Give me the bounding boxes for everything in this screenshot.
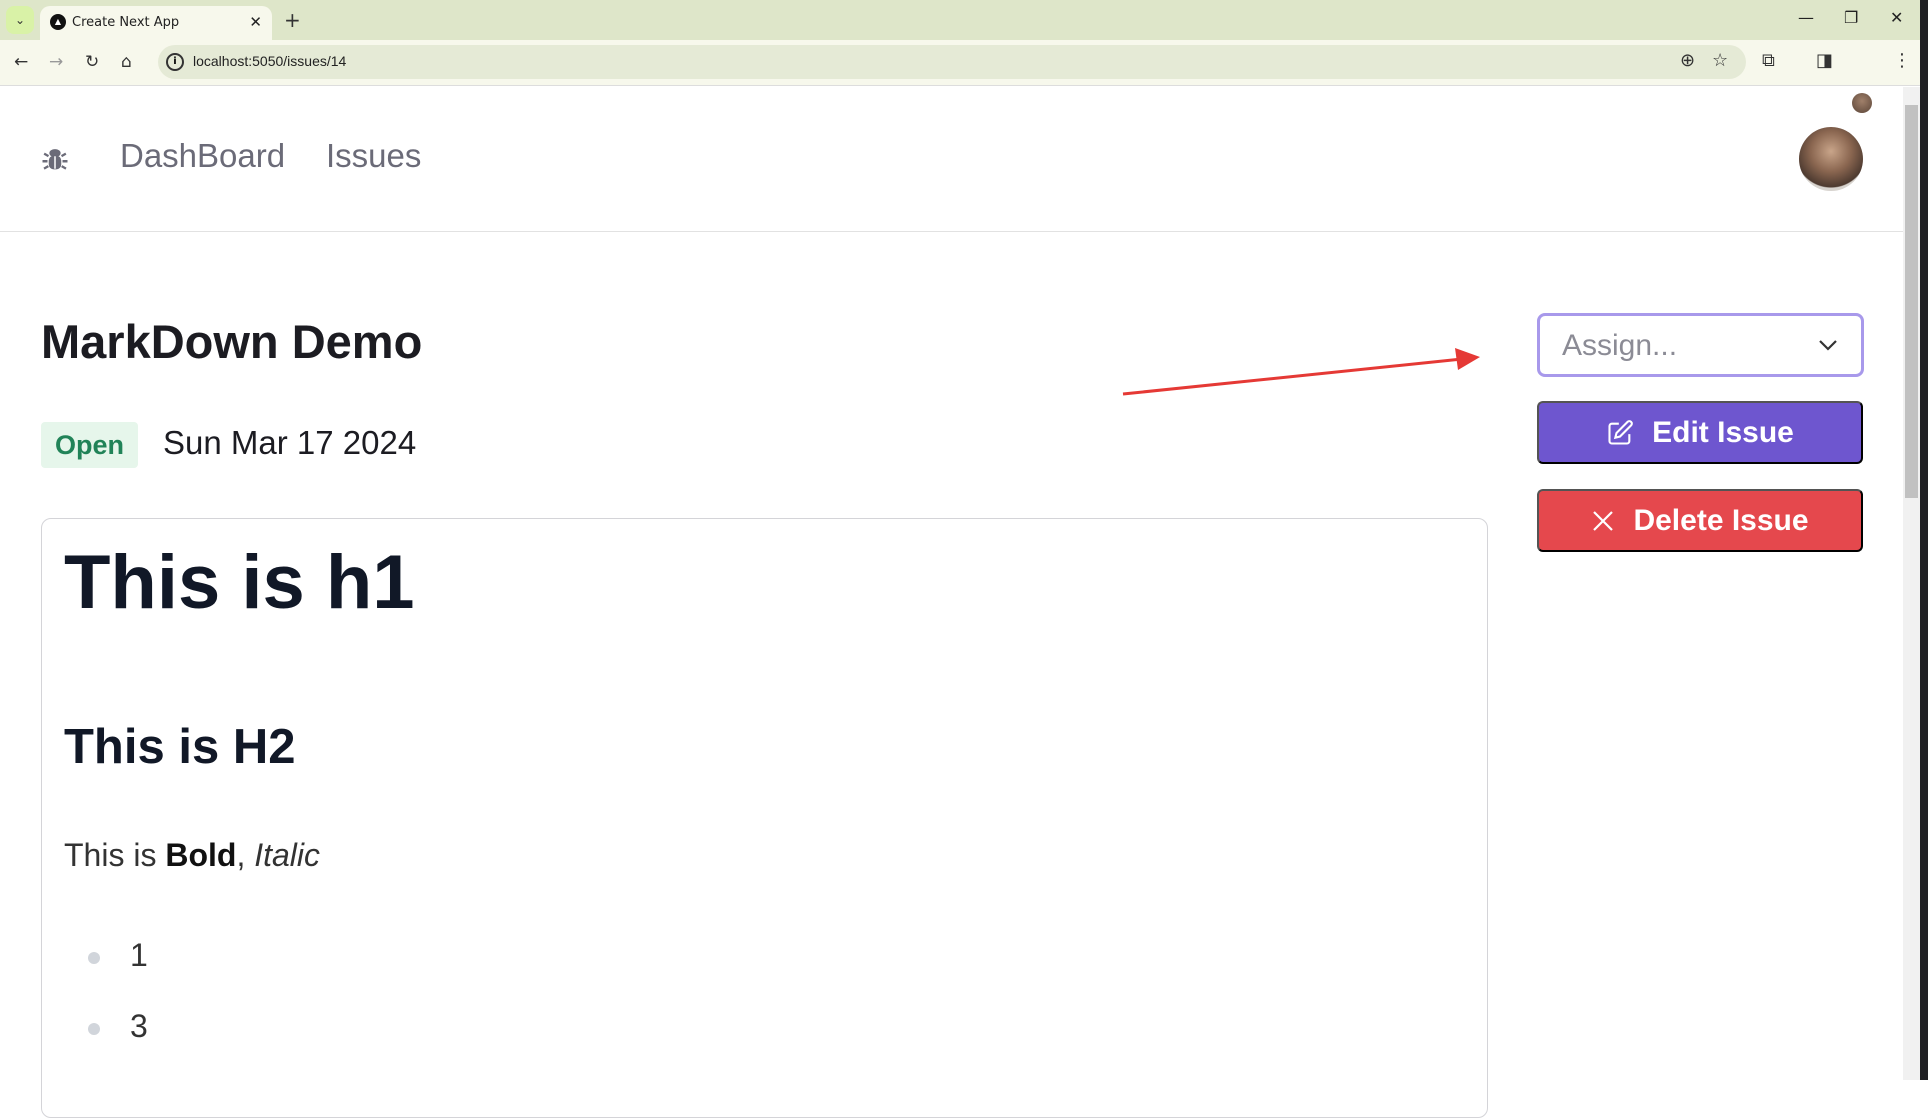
back-icon[interactable]: ← — [14, 52, 28, 72]
nextjs-favicon-icon: ▲ — [50, 14, 66, 30]
tab-title: Create Next App — [72, 15, 180, 30]
markdown-h1: This is h1 — [64, 540, 415, 625]
close-tab-icon[interactable]: ✕ — [249, 13, 262, 31]
bullet-icon — [88, 952, 100, 964]
forward-icon[interactable]: → — [49, 52, 63, 72]
italic-text: Italic — [254, 837, 321, 873]
tab-search-button[interactable]: ⌄ — [6, 6, 34, 34]
edit-issue-button[interactable]: Edit Issue — [1537, 401, 1863, 464]
separator-text: , — [236, 837, 255, 873]
assign-select[interactable]: Assign... — [1537, 313, 1864, 377]
window-edge — [1920, 0, 1928, 1080]
markdown-h2: This is H2 — [64, 720, 296, 774]
chevron-down-icon — [1817, 330, 1839, 364]
address-toolbar: ← → ↻ ⌂ i localhost:5050/issues/14 ⊕ ☆ ⧉… — [0, 40, 1920, 113]
reload-icon[interactable]: ↻ — [85, 52, 99, 72]
url-text[interactable]: localhost:5050/issues/14 — [193, 53, 346, 69]
nav-link-dashboard[interactable]: DashBoard — [120, 137, 285, 175]
paragraph-text: This is — [64, 837, 166, 873]
user-avatar[interactable] — [1799, 127, 1863, 191]
site-info-icon[interactable]: i — [166, 53, 184, 71]
browser-tab[interactable]: ▲ Create Next App ✕ — [40, 6, 272, 40]
issue-description-card: This is h1 This is H2 This is Bold, Ital… — [41, 518, 1488, 1118]
bullet-icon — [88, 1023, 100, 1035]
restore-button[interactable]: ❐ — [1844, 8, 1858, 27]
edit-icon — [1608, 419, 1633, 445]
menu-kebab-icon[interactable]: ⋮ — [1893, 50, 1911, 71]
nav-link-issues[interactable]: Issues — [326, 137, 421, 175]
delete-issue-button[interactable]: Delete Issue — [1537, 489, 1863, 552]
scrollbar-thumb[interactable] — [1905, 105, 1918, 498]
app-navbar: DashBoard Issues — [0, 87, 1903, 232]
page-scrollbar[interactable] — [1903, 87, 1920, 1080]
status-badge: Open — [41, 422, 138, 468]
address-bar[interactable]: i localhost:5050/issues/14 ⊕ ☆ — [158, 45, 1746, 79]
browser-tab-bar: ⌄ ▲ Create Next App ✕ + — ❐ ✕ — [0, 0, 1920, 40]
zoom-icon[interactable]: ⊕ — [1680, 50, 1695, 71]
bold-text: Bold — [165, 837, 237, 873]
side-panel-icon[interactable]: ◨ — [1816, 50, 1833, 71]
home-icon[interactable]: ⌂ — [121, 52, 132, 72]
minimize-button[interactable]: — — [1798, 8, 1814, 27]
extensions-icon[interactable]: ⧉ — [1762, 50, 1775, 71]
assign-placeholder: Assign... — [1562, 329, 1678, 362]
close-window-button[interactable]: ✕ — [1890, 8, 1903, 27]
bug-icon[interactable] — [40, 145, 70, 179]
new-tab-button[interactable]: + — [284, 8, 301, 32]
delete-issue-label: Delete Issue — [1633, 503, 1809, 537]
issue-title: MarkDown Demo — [41, 315, 423, 368]
markdown-paragraph: This is Bold, Italic — [64, 837, 320, 874]
list-item: 3 — [130, 1008, 148, 1044]
edit-issue-label: Edit Issue — [1652, 415, 1794, 449]
list-item: 1 — [130, 937, 148, 973]
issue-date: Sun Mar 17 2024 — [163, 424, 417, 461]
bookmark-star-icon[interactable]: ☆ — [1712, 50, 1728, 71]
close-icon — [1593, 510, 1614, 531]
